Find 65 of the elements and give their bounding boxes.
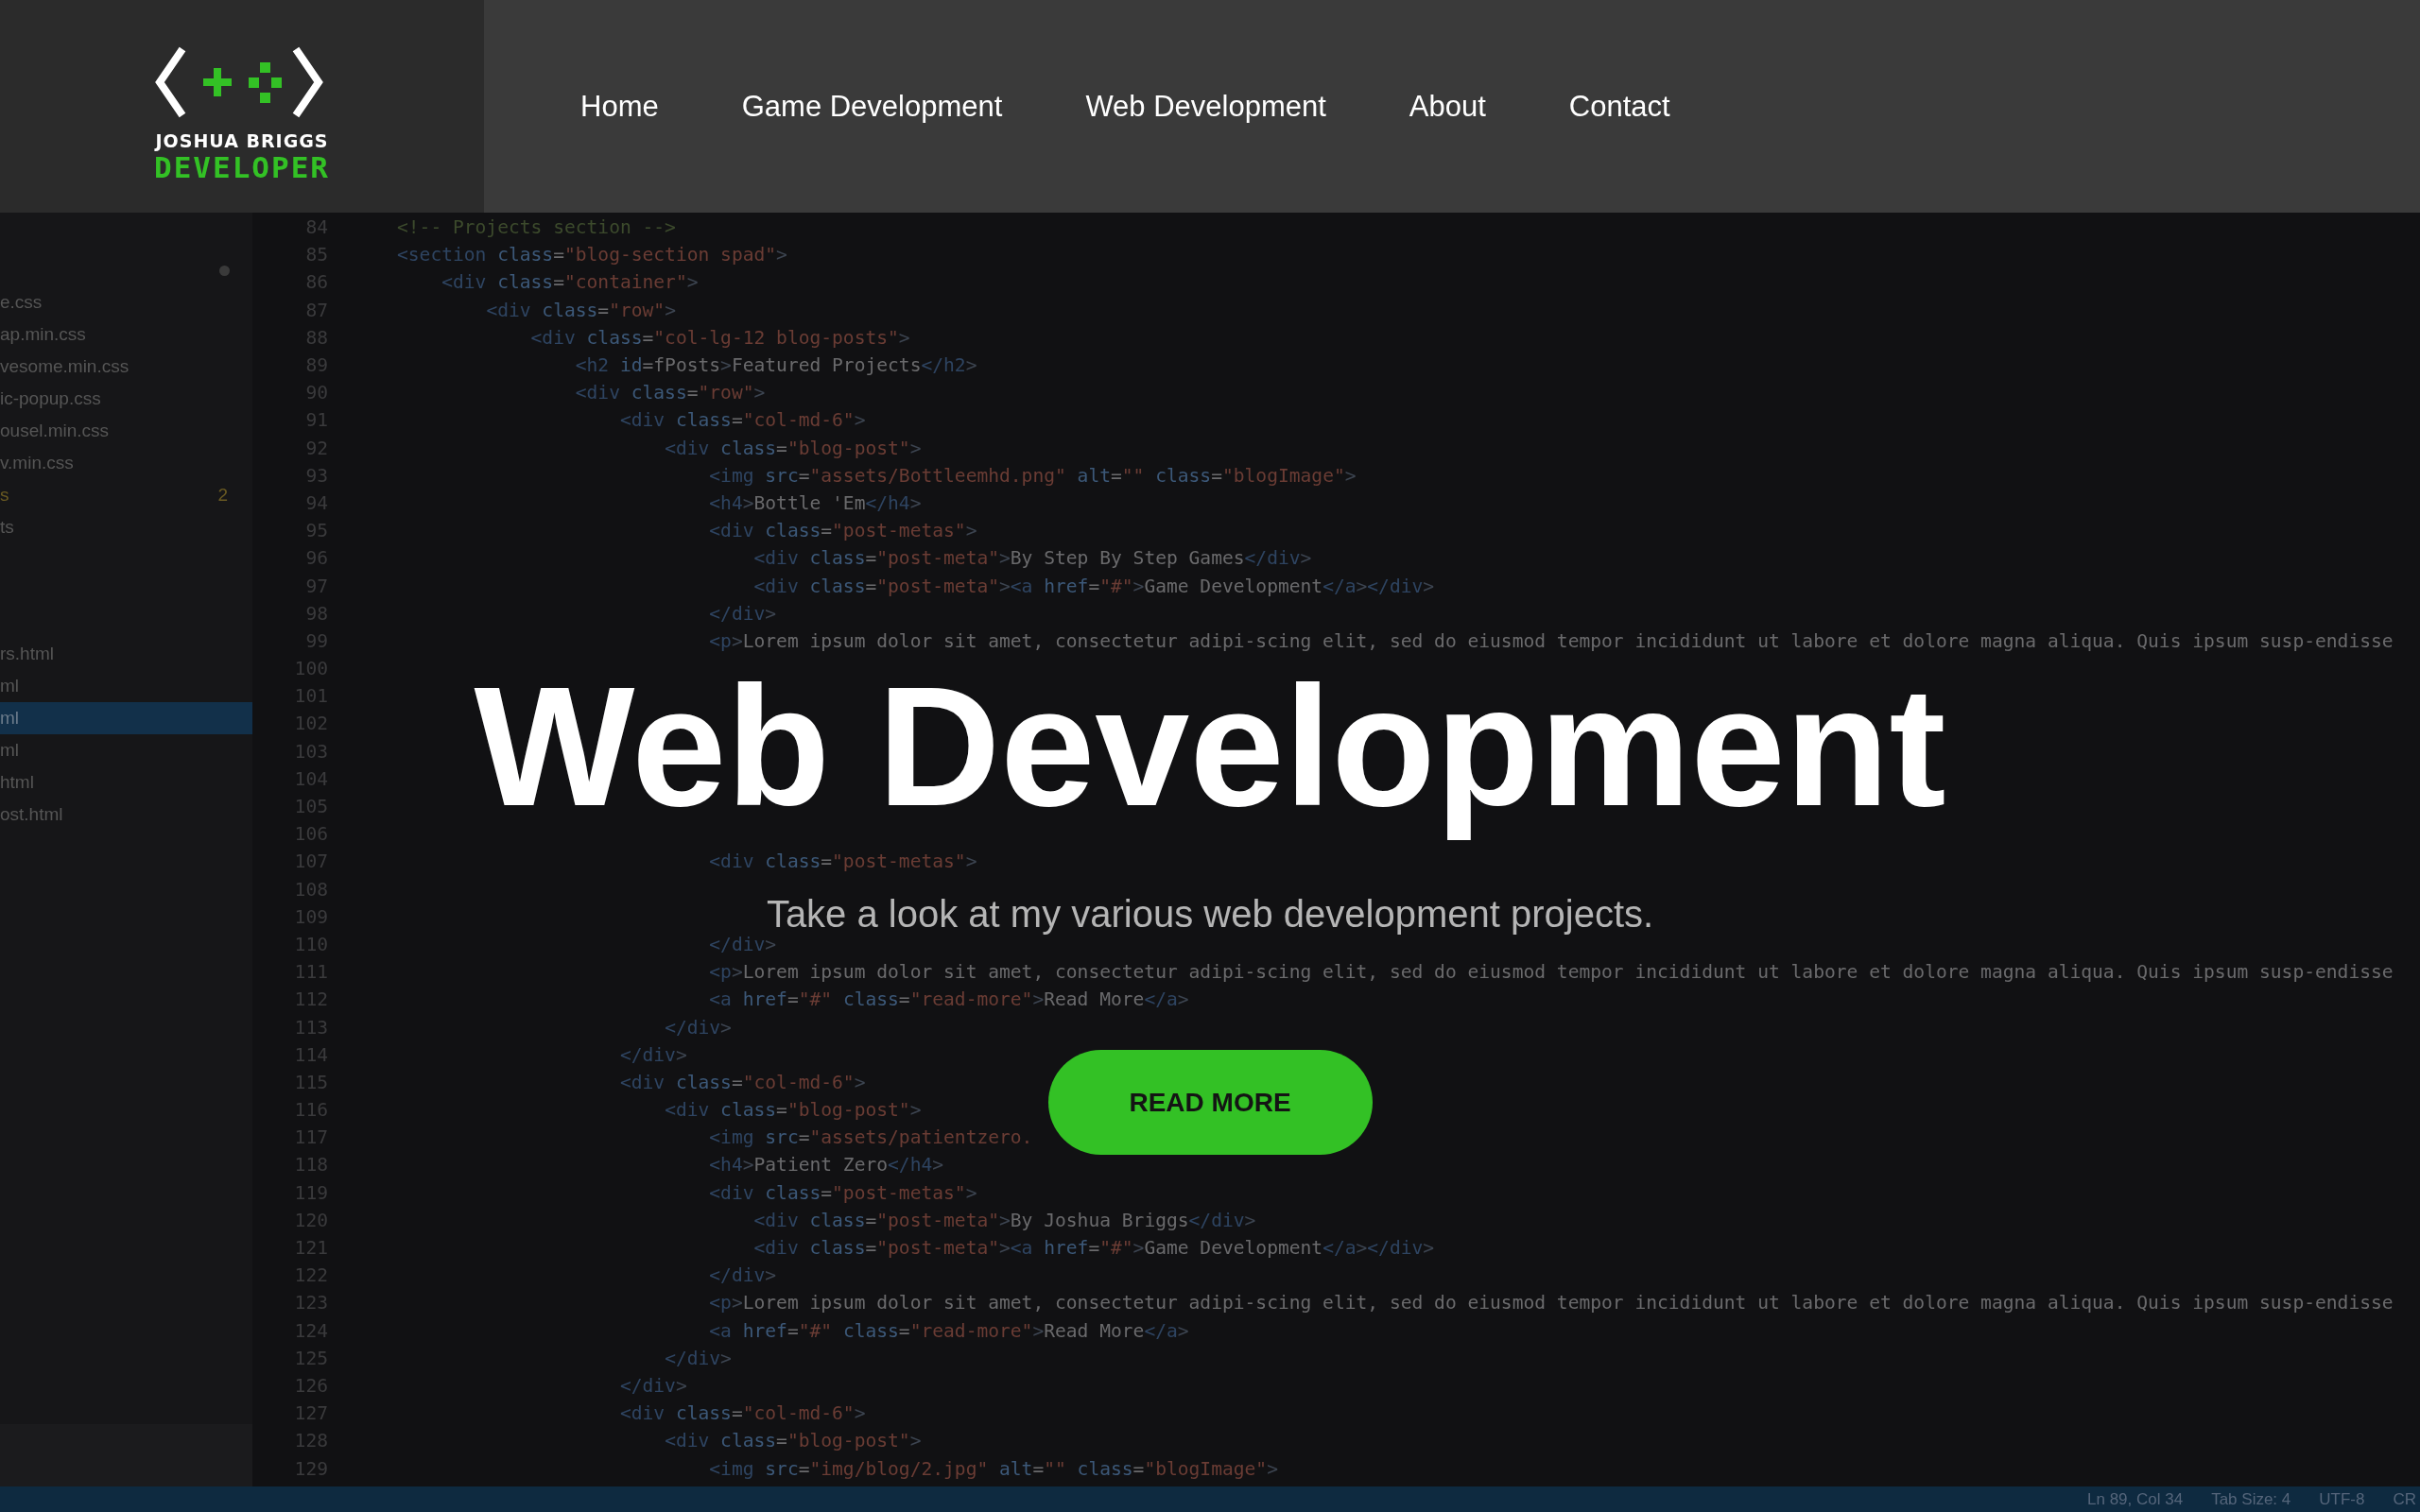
code-line: <div class="post-meta">By Joshua Briggs</div> bbox=[752, 1209, 1256, 1231]
file-item[interactable]: ml bbox=[0, 734, 252, 766]
code-line: <div class="col-lg-12 blog-posts"> bbox=[529, 326, 910, 349]
code-line: <div class="col-md-6"> bbox=[618, 409, 866, 432]
code-line: </div> bbox=[664, 1016, 732, 1039]
code-line: </div> bbox=[618, 1374, 687, 1397]
logo-name: JOSHUA BRIGGS bbox=[155, 130, 329, 151]
code-line: <h4>Bottle 'Em</h4> bbox=[708, 491, 922, 514]
read-more-button[interactable]: READ MORE bbox=[1047, 1050, 1373, 1155]
modified-dot-icon bbox=[219, 265, 230, 276]
code-line: <p>Lorem ipsum dolor sit amet, consectetur adipi-scing elit, sed do eiusmod tempor incididunt ut labore et dolore magna aliqua. Quis ipsum susp-endisse bbox=[708, 629, 2394, 652]
file-item[interactable]: ml bbox=[0, 702, 252, 734]
file-item[interactable]: vesome.min.css bbox=[0, 351, 252, 383]
code-line: <div class="blog-post"> bbox=[664, 1430, 922, 1452]
code-line: <p>Lorem ipsum dolor sit amet, consectetur adipi-scing elit, sed do eiusmod tempor incididunt ut labore et dolore magna aliqua. Quis ipsum susp-endisse bbox=[708, 961, 2394, 984]
code-line: <div class="post-meta"><a href="#">Game Development</a></div> bbox=[752, 1237, 1435, 1260]
code-line: <div class="post-meta">By Step By Step Games</div> bbox=[752, 547, 1312, 570]
status-item: Ln 89, Col 34 bbox=[2087, 1489, 2184, 1509]
code-line: <div class="post-meta"><a href="#">Game Development</a></div> bbox=[752, 575, 1435, 597]
code-line: <section class="blog-section spad"> bbox=[397, 244, 787, 266]
hero-title: Web Development bbox=[474, 651, 1946, 843]
nav-link[interactable]: About bbox=[1409, 89, 1486, 124]
code-line: <div class="blog-post"> bbox=[664, 1099, 922, 1122]
nav-link[interactable]: Web Development bbox=[1085, 89, 1326, 124]
code-line: <p>Lorem ipsum dolor sit amet, consectetur adipi-scing elit, sed do eiusmod tempor incididunt ut labore et dolore magna aliqua. Quis ipsum susp-endisse bbox=[708, 1292, 2394, 1314]
file-item[interactable]: rs.html bbox=[0, 638, 252, 670]
code-line: <div class="blog-post"> bbox=[664, 437, 922, 459]
code-brackets-icon bbox=[154, 45, 324, 119]
file-item[interactable]: ousel.min.css bbox=[0, 415, 252, 447]
code-line: <div class="post-metas"> bbox=[708, 850, 977, 873]
code-line: <h4>Patient Zero</h4> bbox=[708, 1154, 944, 1177]
nav-link[interactable]: Contact bbox=[1568, 89, 1670, 124]
code-line: <img src="img/blog/2.jpg" alt="" class="blogImage"> bbox=[708, 1457, 1278, 1480]
code-line: <div class="row"> bbox=[485, 299, 676, 321]
file-item[interactable]: ost.html bbox=[0, 799, 252, 831]
code-line: <img src="assets/Bottleemhd.png" alt="" class="blogImage"> bbox=[708, 464, 1357, 487]
status-item: Tab Size: 4 bbox=[2211, 1489, 2291, 1509]
code-line: <div class="post-metas"> bbox=[708, 520, 977, 542]
code-line: <div class="container"> bbox=[441, 271, 699, 294]
code-line: <!-- Projects section --> bbox=[397, 216, 676, 239]
file-item[interactable]: v.min.css bbox=[0, 447, 252, 479]
logo-tagline: DEVELOPER bbox=[154, 151, 330, 183]
code-line: <div class="col-md-6"> bbox=[618, 1402, 866, 1425]
code-line: </div> bbox=[618, 1043, 687, 1066]
code-line: <div class="post-metas"> bbox=[708, 1181, 977, 1204]
file-item[interactable]: ic-popup.css bbox=[0, 383, 252, 415]
code-line: <h2 id=fPosts>Featured Projects</h2> bbox=[574, 354, 977, 377]
code-line: <img src="assets/patientzero. bbox=[708, 1126, 1033, 1149]
file-item[interactable]: e.css bbox=[0, 286, 252, 318]
code-line: </div> bbox=[664, 1347, 732, 1369]
file-item[interactable]: html bbox=[0, 766, 252, 799]
file-item[interactable]: s 2 bbox=[0, 479, 252, 511]
status-item: UTF-8 bbox=[2319, 1489, 2365, 1509]
code-line: </div> bbox=[708, 1264, 777, 1287]
nav-link[interactable]: Game Development bbox=[741, 89, 1003, 124]
file-item[interactable]: ts bbox=[0, 511, 252, 543]
code-line: </div> bbox=[708, 602, 777, 625]
code-line: <a href="#" class="read-more">Read More</a> bbox=[708, 1319, 1189, 1342]
nav-link[interactable]: Home bbox=[580, 89, 659, 124]
code-line: <div class="col-md-6"> bbox=[618, 1071, 866, 1093]
file-item[interactable]: ap.min.css bbox=[0, 318, 252, 351]
code-line: <div class="row"> bbox=[574, 382, 766, 404]
status-item: CR bbox=[2393, 1489, 2416, 1509]
file-item[interactable]: ml bbox=[0, 670, 252, 702]
code-line: <a href="#" class="read-more">Read More</a> bbox=[708, 988, 1189, 1011]
